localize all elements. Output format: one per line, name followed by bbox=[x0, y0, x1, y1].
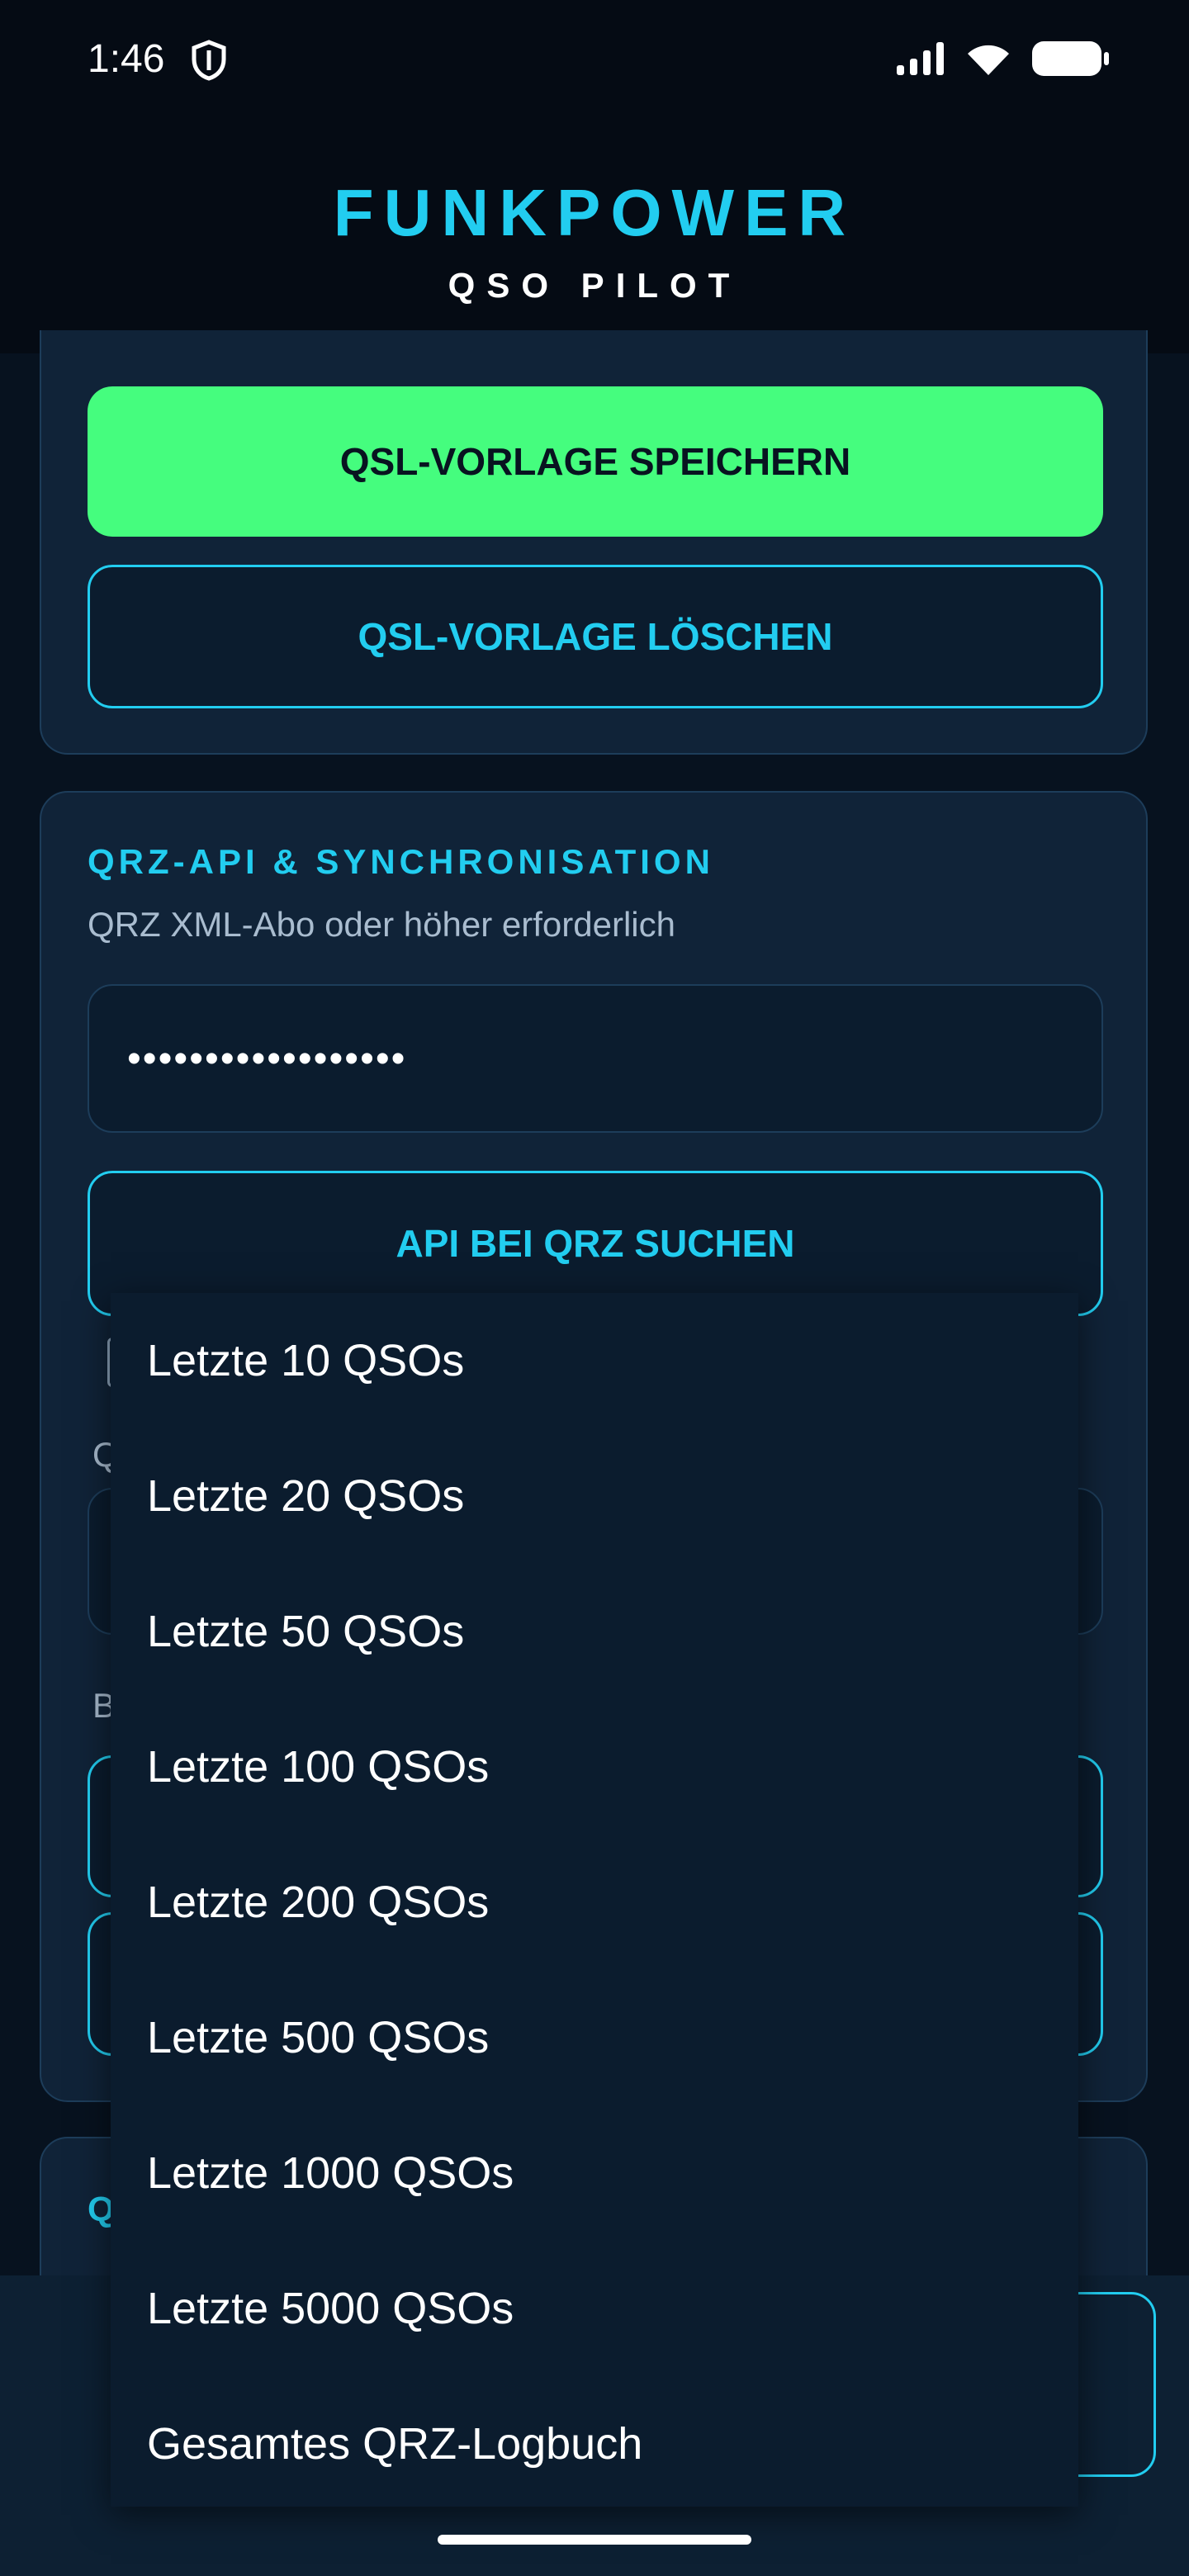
save-qsl-template-button[interactable]: QSL-VORLAGE SPEICHERN bbox=[88, 386, 1103, 537]
qsl-template-card: QSL-VORLAGE SPEICHERN QSL-VORLAGE LÖSCHE… bbox=[40, 330, 1148, 755]
dropdown-option-last-5000[interactable]: Letzte 5000 QSOs bbox=[111, 2241, 1078, 2376]
dropdown-option-last-200[interactable]: Letzte 200 QSOs bbox=[111, 1835, 1078, 1970]
dropdown-option-last-10[interactable]: Letzte 10 QSOs bbox=[111, 1293, 1078, 1428]
header-overlay bbox=[0, 0, 1189, 353]
qrz-api-key-field[interactable]: •••••••••••••••••• bbox=[88, 984, 1103, 1133]
delete-qsl-template-button[interactable]: QSL-VORLAGE LÖSCHEN bbox=[88, 565, 1103, 708]
dropdown-option-last-50[interactable]: Letzte 50 QSOs bbox=[111, 1564, 1078, 1699]
home-indicator[interactable] bbox=[438, 2535, 751, 2545]
dropdown-option-last-20[interactable]: Letzte 20 QSOs bbox=[111, 1428, 1078, 1564]
dropdown-option-full-logbook[interactable]: Gesamtes QRZ-Logbuch bbox=[111, 2376, 1078, 2512]
qso-range-dropdown: Letzte 10 QSOs Letzte 20 QSOs Letzte 50 … bbox=[111, 1293, 1078, 2507]
dropdown-option-last-1000[interactable]: Letzte 1000 QSOs bbox=[111, 2105, 1078, 2241]
qrz-section-subtitle: QRZ XML-Abo oder höher erforderlich bbox=[88, 905, 675, 944]
dropdown-option-last-500[interactable]: Letzte 500 QSOs bbox=[111, 1970, 1078, 2105]
qrz-section-title: QRZ-API & SYNCHRONISATION bbox=[88, 842, 714, 881]
dropdown-option-last-100[interactable]: Letzte 100 QSOs bbox=[111, 1699, 1078, 1835]
